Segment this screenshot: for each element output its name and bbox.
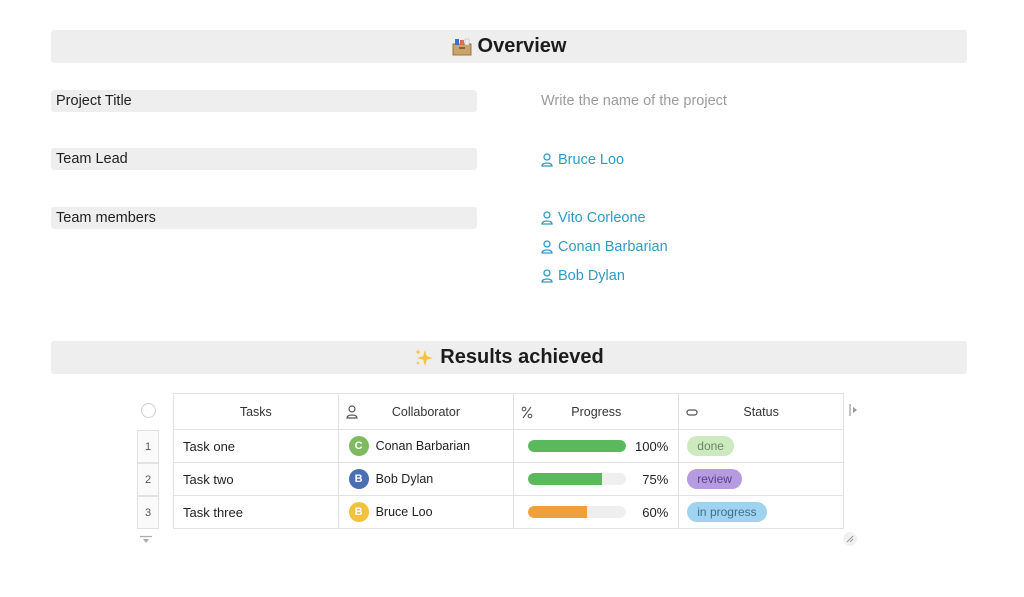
results-table: Tasks Collaborator Progress Status Task … <box>173 393 844 529</box>
status-badge[interactable]: in progress <box>687 502 767 522</box>
resize-icon[interactable] <box>843 532 857 546</box>
team-member-name: Bob Dylan <box>558 268 625 284</box>
person-icon <box>541 240 553 254</box>
task-name: Task two <box>183 471 234 487</box>
overview-title: Overview <box>477 35 567 57</box>
person-icon <box>541 211 553 225</box>
team-member-name: Conan Barbarian <box>558 239 668 255</box>
progress-value: 75% <box>642 471 669 487</box>
collaborator-name: Conan Barbarian <box>375 439 471 453</box>
tag-icon <box>686 409 698 416</box>
collaborator-cell[interactable]: B Bruce Loo <box>337 495 515 529</box>
progress-bar-fill <box>528 440 627 452</box>
team-lead-person[interactable]: Bruce Loo <box>541 150 624 170</box>
progress-bar <box>528 440 627 452</box>
task-name: Task three <box>183 504 243 520</box>
person-icon <box>345 405 358 419</box>
row-number[interactable]: 2 <box>137 463 159 496</box>
person-icon <box>541 269 553 283</box>
avatar: C <box>348 436 369 456</box>
project-title-input[interactable]: Write the name of the project <box>541 91 727 111</box>
avatar: B <box>348 502 369 522</box>
task-cell[interactable]: Task two <box>173 462 339 496</box>
column-header-label: Progress <box>571 404 622 419</box>
column-header-progress[interactable]: Progress <box>513 393 680 430</box>
row-number[interactable]: 1 <box>137 430 159 463</box>
percent-icon <box>521 406 533 419</box>
team-member-item[interactable]: Vito Corleone <box>541 208 646 228</box>
results-title: Results achieved <box>440 346 604 368</box>
collaborator-name: Bob Dylan <box>375 472 434 486</box>
row-number[interactable]: 3 <box>137 496 159 529</box>
status-cell[interactable]: in progress <box>678 495 844 529</box>
collaborator-cell[interactable]: C Conan Barbarian <box>337 429 515 463</box>
add-column-icon[interactable] <box>849 403 859 417</box>
table-row[interactable]: Task one C Conan Barbarian 100% done <box>173 429 844 463</box>
filter-icon[interactable] <box>139 535 153 545</box>
select-all-checkbox[interactable] <box>141 403 156 418</box>
row-number-column: 1 2 3 <box>137 430 159 529</box>
team-lead-label: Team Lead <box>51 148 477 170</box>
progress-bar <box>528 473 627 485</box>
status-cell[interactable]: review <box>678 462 844 496</box>
overview-heading: Overview <box>51 30 967 63</box>
collaborator-cell[interactable]: B Bob Dylan <box>337 462 515 496</box>
team-members-label: Team members <box>51 207 477 229</box>
status-badge[interactable]: review <box>687 469 742 489</box>
progress-bar-fill <box>528 506 588 518</box>
status-badge[interactable]: done <box>687 436 734 456</box>
team-member-item[interactable]: Bob Dylan <box>541 266 625 286</box>
progress-bar <box>528 506 627 518</box>
progress-cell[interactable]: 60% <box>513 495 680 529</box>
progress-cell[interactable]: 100% <box>513 429 680 463</box>
avatar: B <box>348 469 369 489</box>
results-heading: Results achieved <box>51 341 967 374</box>
column-header-tasks[interactable]: Tasks <box>173 393 339 430</box>
progress-cell[interactable]: 75% <box>513 462 680 496</box>
task-cell[interactable]: Task three <box>173 495 339 529</box>
team-member-name: Vito Corleone <box>558 210 646 226</box>
table-row[interactable]: Task three B Bruce Loo 60% in progress <box>173 495 844 529</box>
progress-bar-fill <box>528 473 602 485</box>
person-icon <box>541 153 553 167</box>
team-lead-name: Bruce Loo <box>558 152 625 168</box>
task-cell[interactable]: Task one <box>173 429 339 463</box>
project-title-label: Project Title <box>51 90 477 112</box>
card-file-box-icon <box>452 38 472 56</box>
column-header-label: Collaborator <box>391 404 460 419</box>
column-header-label: Status <box>743 404 779 419</box>
progress-value: 100% <box>635 438 669 454</box>
collaborator-name: Bruce Loo <box>375 505 433 519</box>
team-member-item[interactable]: Conan Barbarian <box>541 237 668 257</box>
progress-value: 60% <box>642 504 669 520</box>
task-name: Task one <box>183 438 236 454</box>
sparkles-icon <box>414 348 434 368</box>
table-row[interactable]: Task two B Bob Dylan 75% review <box>173 462 844 496</box>
status-cell[interactable]: done <box>678 429 844 463</box>
column-header-status[interactable]: Status <box>678 393 844 430</box>
column-header-collaborator[interactable]: Collaborator <box>337 393 515 430</box>
